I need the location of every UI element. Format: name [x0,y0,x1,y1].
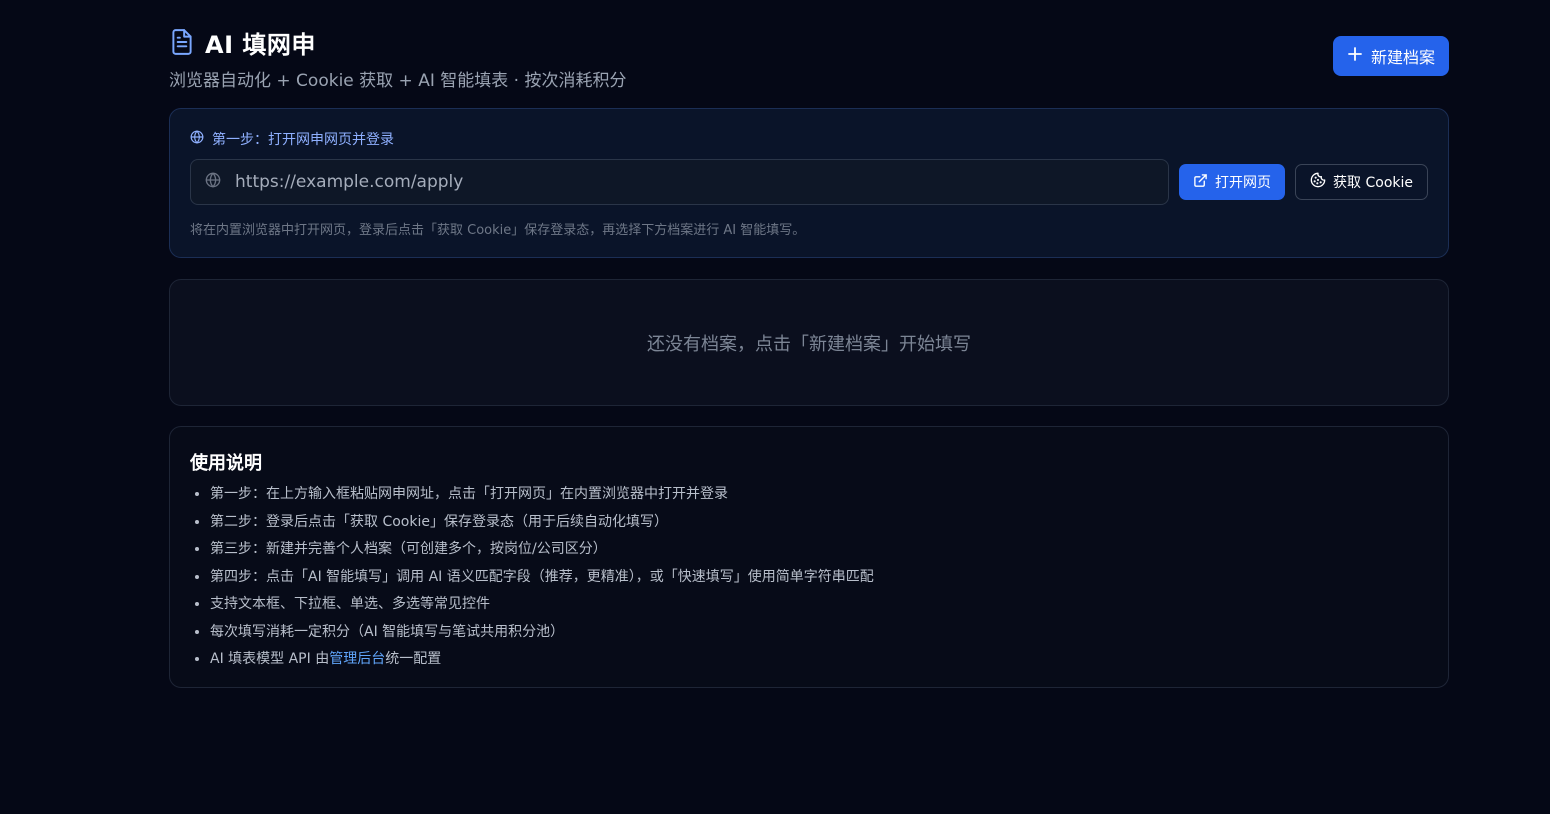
help-item: 支持文本框、下拉框、单选、多选等常见控件 [210,591,1428,619]
cookie-icon [1310,172,1326,192]
step-label-text: 第一步：打开网申网页并登录 [212,132,394,148]
url-input-wrapper [190,159,1170,205]
help-item: AI 填表模型 API 由管理后台统一配置 [210,646,1428,674]
help-list: 第一步：在上方输入框粘贴网申网址，点击「打开网页」在内置浏览器中打开并登录 第二… [190,481,1428,674]
header-text: AI 填网申 浏览器自动化 + Cookie 获取 + AI 智能填表 · 按次… [169,26,626,91]
get-cookie-button[interactable]: 获取 Cookie [1295,164,1428,200]
help-item: 第一步：在上方输入框粘贴网申网址，点击「打开网页」在内置浏览器中打开并登录 [210,481,1428,509]
admin-console-link[interactable]: 管理后台 [329,651,385,667]
help-item: 第三步：新建并完善个人档案（可创建多个，按岗位/公司区分） [210,536,1428,564]
title-row: AI 填网申 [169,26,626,59]
open-page-button[interactable]: 打开网页 [1179,164,1286,200]
open-page-label: 打开网页 [1215,175,1272,191]
page: AI 填网申 浏览器自动化 + Cookie 获取 + AI 智能填表 · 按次… [169,0,1449,688]
page-subtitle: 浏览器自动化 + Cookie 获取 + AI 智能填表 · 按次消耗积分 [169,71,627,91]
step-label: 第一步：打开网申网页并登录 [190,129,1428,149]
globe-icon [190,130,204,148]
empty-state-text: 还没有档案，点击「新建档案」开始填写 [647,333,971,355]
new-profile-label: 新建档案 [1370,48,1435,67]
page-title: AI 填网申 [205,30,316,59]
url-input[interactable] [233,171,1155,193]
help-title: 使用说明 [190,453,262,474]
external-link-icon [1193,173,1208,192]
help-item: 每次填写消耗一定积分（AI 智能填写与笔试共用积分池） [210,619,1428,647]
document-icon [169,28,195,56]
plus-icon [1347,46,1363,66]
help-card: 使用说明 第一步：在上方输入框粘贴网申网址，点击「打开网页」在内置浏览器中打开并… [169,426,1449,688]
new-profile-button[interactable]: 新建档案 [1332,36,1449,76]
get-cookie-label: 获取 Cookie [1333,175,1413,191]
step-hint: 将在内置浏览器中打开网页，登录后点击「获取 Cookie」保存登录态，再选择下方… [190,223,806,238]
step-card: 第一步：打开网申网页并登录 https://example.com/apply … [169,108,1449,258]
help-item: 第四步：点击「AI 智能填写」调用 AI 语义匹配字段（推荐，更精准），或「快速… [210,564,1428,592]
help-item: 第二步：登录后点击「获取 Cookie」保存登录态（用于后续自动化填写） [210,509,1428,537]
empty-profiles-card: 还没有档案，点击「新建档案」开始填写 [169,279,1449,406]
globe-icon [205,172,221,192]
header: AI 填网申 浏览器自动化 + Cookie 获取 + AI 智能填表 · 按次… [169,26,1449,108]
help-item-prefix: AI 填表模型 API 由 [210,651,330,667]
help-item-suffix: 统一配置 [385,651,442,667]
url-row: 打开网页 获取 Cookie [190,159,1428,205]
